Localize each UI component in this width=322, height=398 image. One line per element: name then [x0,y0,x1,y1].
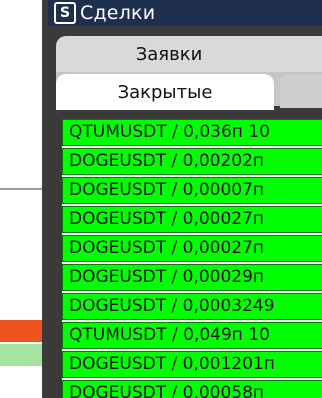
trade-row[interactable]: DOGEUSDT / 0,00202п [62,148,322,175]
tab-closed[interactable]: Закрытые [56,74,274,110]
trade-row[interactable]: QTUMUSDT / 0,049п 10 [62,322,322,349]
title-bar[interactable]: S Сделки [48,0,322,26]
trade-row[interactable]: DOGEUSDT / 0,00007п [62,177,322,204]
trade-row[interactable]: DOGEUSDT / 0,00029п [62,264,322,291]
trade-row[interactable]: DOGEUSDT / 0,0003249 [62,293,322,320]
deals-window: S Сделки Заявки Закрытые QTUMUSDT / 0,03… [48,0,322,398]
trade-row[interactable]: DOGEUSDT / 0,00027п [62,235,322,262]
window-title: Сделки [80,2,156,24]
trade-row[interactable]: DOGEUSDT / 0,00027п [62,206,322,233]
trade-row[interactable]: QTUMUSDT / 0,036п 10 [62,119,322,146]
app-logo-icon: S [54,2,76,24]
trades-list: QTUMUSDT / 0,036п 10 DOGEUSDT / 0,00202п… [62,119,322,398]
trade-row[interactable]: DOGEUSDT / 0,00058п [62,380,322,398]
background-green-row [0,344,42,366]
tab-orders[interactable]: Заявки [56,36,322,72]
background-red-row [0,320,42,342]
window-body: Заявки Закрытые QTUMUSDT / 0,036п 10 DOG… [48,26,322,398]
tab-closed-label: Закрытые [117,81,213,103]
trade-row[interactable]: DOGEUSDT / 0,001201п [62,351,322,378]
tab-orders-label: Заявки [135,43,203,65]
tab-next[interactable] [280,74,322,108]
background-divider [0,188,44,190]
